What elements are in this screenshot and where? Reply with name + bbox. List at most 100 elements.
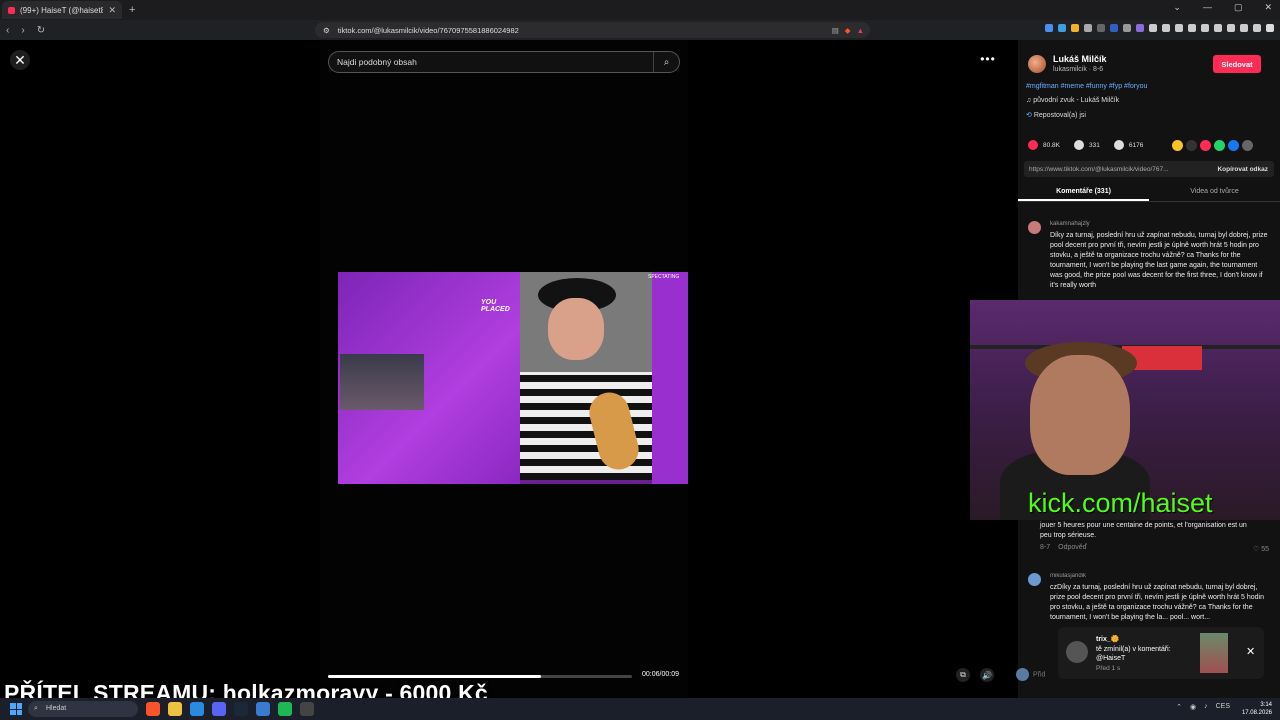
extension-icon[interactable] (1162, 24, 1170, 32)
comment-username[interactable]: mikulasjandik (1050, 573, 1086, 579)
comment-input[interactable]: Přid (1016, 668, 1046, 682)
network-icon[interactable]: ◉ (1190, 703, 1196, 711)
send-icon[interactable] (1200, 140, 1211, 151)
menu-icon[interactable] (1266, 24, 1274, 32)
extension-icon[interactable] (1071, 24, 1079, 32)
discord-app-icon[interactable] (212, 702, 226, 716)
extension-icon[interactable] (1110, 24, 1118, 32)
brave-app-icon[interactable] (146, 702, 160, 716)
search-icon[interactable]: ⌕ (653, 52, 679, 72)
extension-icon[interactable] (1045, 24, 1053, 32)
windows-start-icon[interactable] (10, 703, 22, 715)
steam-app-icon[interactable] (234, 702, 248, 716)
bookmark-icon[interactable] (1113, 140, 1124, 150)
chevron-down-icon[interactable]: ⌄ (1173, 2, 1181, 13)
face-shape (548, 298, 604, 360)
panel-tabs: Komentáře (331) Videa od tvůrce (1018, 184, 1280, 202)
comment-avatar[interactable] (1028, 573, 1041, 586)
tab-creator-videos[interactable]: Videa od tvůrce (1149, 184, 1280, 201)
picture-in-picture-icon[interactable]: ⧉ (956, 668, 970, 682)
comment-username[interactable]: kakamnahajzly (1050, 221, 1090, 227)
extension-icon[interactable] (1240, 24, 1248, 32)
more-options-icon[interactable]: ••• (978, 52, 998, 68)
extension-icon[interactable] (1123, 24, 1131, 32)
minimize-icon[interactable]: — (1203, 2, 1212, 13)
app-icon[interactable] (256, 702, 270, 716)
browser-tab[interactable]: (99+) HaiseT (@haiset8) | TikTok ✕ (2, 1, 122, 19)
extension-icon[interactable] (1136, 24, 1144, 32)
reload-icon[interactable]: ↻ (37, 25, 45, 36)
extension-icon[interactable] (1058, 24, 1066, 32)
back-icon[interactable]: ‹ (6, 25, 9, 36)
spotify-app-icon[interactable] (278, 702, 292, 716)
url-text[interactable]: tiktok.com/@lukasmilcik/video/7670975581… (338, 26, 519, 35)
copy-link-button[interactable]: Kopírovat odkaz (1217, 166, 1268, 173)
forward-icon[interactable]: › (21, 25, 24, 36)
extension-icon[interactable] (1214, 24, 1222, 32)
volume-tray-icon[interactable]: ♪ (1204, 703, 1208, 711)
taskbar-clock[interactable]: 3:14 17.08.2026 (1242, 701, 1272, 717)
extension-icon[interactable] (1149, 24, 1157, 32)
language-indicator[interactable]: CES (1216, 703, 1230, 711)
comment-icon[interactable] (1074, 140, 1084, 150)
sound-link[interactable]: ♫ původní zvuk - Lukáš Milčík (1026, 97, 1119, 104)
facebook-icon[interactable] (1228, 140, 1239, 151)
extension-icon[interactable] (1253, 24, 1261, 32)
brave-shield-icon[interactable]: ◆ (845, 26, 851, 35)
follow-button[interactable]: Sledovat (1213, 55, 1261, 73)
notification-thumbnail[interactable] (1200, 633, 1228, 673)
author-name[interactable]: Lukáš Milčík (1053, 54, 1107, 64)
video-frame[interactable]: YOU PLACED SPECTATING (338, 272, 688, 484)
repost-text: Repostoval(a) jsi (1033, 112, 1086, 119)
maximize-icon[interactable]: ▢ (1234, 2, 1243, 13)
rewards-icon[interactable]: ▲ (857, 26, 864, 35)
close-icon[interactable]: ✕ (10, 50, 30, 70)
translate-icon[interactable]: ▤ (832, 26, 839, 35)
explorer-app-icon[interactable] (168, 702, 182, 716)
heart-icon[interactable] (1028, 140, 1038, 150)
share-arrow-icon[interactable] (1242, 140, 1253, 151)
like-stat[interactable]: 80.8K (1028, 140, 1060, 150)
author-block[interactable]: Lukáš Milčík lukasmilcik · 8-6 (1028, 54, 1107, 73)
extension-icon[interactable] (1188, 24, 1196, 32)
streamer-face (1030, 355, 1130, 475)
repost-share-icon[interactable] (1172, 140, 1183, 151)
whatsapp-icon[interactable] (1214, 140, 1225, 151)
hashtags[interactable]: #mgfitman #meme #funny #fyp #foryou (1026, 83, 1147, 90)
kick-url-overlay: kick.com/haiset (1028, 488, 1213, 518)
author-avatar[interactable] (1028, 54, 1046, 73)
extension-icon[interactable] (1227, 24, 1235, 32)
extension-icon[interactable] (1084, 24, 1092, 32)
url-field[interactable]: ⚙ tiktok.com/@lukasmilcik/video/76709755… (315, 22, 870, 38)
similar-content-search[interactable]: Najdi podobný obsah ⌕ (328, 51, 680, 73)
search-input[interactable]: Najdi podobný obsah (337, 57, 417, 67)
extension-icon[interactable] (1201, 24, 1209, 32)
heart-outline-icon[interactable]: ♡ (1253, 546, 1259, 553)
extension-icon[interactable] (1097, 24, 1105, 32)
comment-avatar[interactable] (1028, 221, 1041, 234)
embed-icon[interactable] (1186, 140, 1197, 151)
extensions-bar (1045, 24, 1274, 32)
extension-icon[interactable] (1175, 24, 1183, 32)
comment-likes[interactable]: ♡ 55 (1253, 545, 1269, 553)
notification-toast[interactable]: trix_🌼 tě zmínil(a) v komentáři: @HaiseT… (1058, 627, 1264, 679)
close-tab-icon[interactable]: ✕ (108, 5, 116, 16)
site-info-icon[interactable]: ⚙ (323, 26, 330, 35)
new-tab-button[interactable]: + (129, 4, 135, 16)
comment-stat[interactable]: 331 (1074, 140, 1100, 150)
taskbar-search[interactable]: ⌕ Hledat (28, 701, 138, 717)
comment-input-placeholder[interactable]: Přid (1033, 671, 1045, 678)
obs-app-icon[interactable] (300, 702, 314, 716)
volume-icon[interactable]: 🔊 (980, 668, 994, 682)
video-link-url[interactable]: https://www.tiktok.com/@lukasmilcik/vide… (1029, 166, 1169, 173)
edge-app-icon[interactable] (190, 702, 204, 716)
video-progress-bar[interactable] (328, 675, 632, 678)
notification-text: tě zmínil(a) v komentáři: @HaiseT (1096, 646, 1171, 662)
reply-button[interactable]: Odpověď (1058, 544, 1087, 551)
tab-comments[interactable]: Komentáře (331) (1018, 184, 1149, 201)
close-notification-icon[interactable]: ✕ (1246, 645, 1255, 658)
close-window-icon[interactable]: ✕ (1264, 2, 1272, 13)
tray-chevron-icon[interactable]: ⌃ (1176, 703, 1182, 711)
save-stat[interactable]: 6176 (1113, 140, 1143, 150)
browser-tabbar: (99+) HaiseT (@haiset8) | TikTok ✕ + ⌄ —… (0, 0, 1280, 20)
